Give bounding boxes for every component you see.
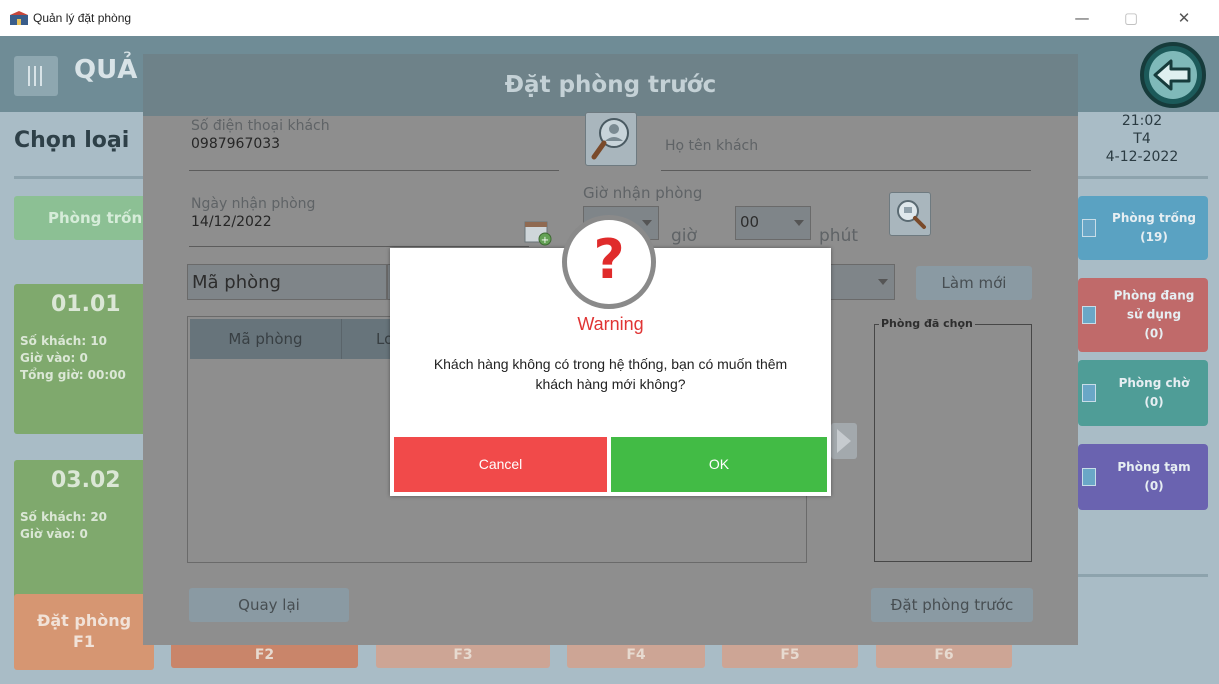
room-checkin: Giờ vào: 0 <box>20 527 88 541</box>
clock: 21:02 T4 4-12-2022 <box>1082 112 1202 166</box>
book-room-button[interactable]: Đặt phòng F1 <box>14 594 154 670</box>
window-title: Quản lý đặt phòng <box>33 11 132 25</box>
warning-message-line: khách hàng mới không? <box>535 376 686 392</box>
clock-time: 21:02 <box>1121 113 1163 129</box>
app-logo-icon <box>10 11 28 25</box>
legend-empty-rooms[interactable]: Phòng trống (19) <box>1078 196 1208 260</box>
app-window: Quản lý đặt phòng — ▢ ✕ QUẢ Chọn loại 21… <box>0 0 1219 684</box>
minimize-button[interactable]: — <box>1070 8 1094 28</box>
search-customer-button[interactable] <box>585 112 637 166</box>
room-guests: Số khách: 20 <box>20 510 108 524</box>
checkin-date-label: Ngày nhận phòng <box>191 196 316 212</box>
chevron-down-icon <box>794 220 804 226</box>
maximize-button[interactable]: ▢ <box>1119 8 1143 28</box>
close-button[interactable]: ✕ <box>1172 8 1196 28</box>
room-code-input[interactable]: Mã phòng <box>187 264 387 300</box>
chevron-down-icon <box>642 220 652 226</box>
arrow-right-icon <box>837 429 851 453</box>
selected-rooms-box: Phòng đã chọn <box>874 317 1032 562</box>
cancel-button[interactable]: Cancel <box>394 437 607 492</box>
menu-bar-icon <box>40 66 42 86</box>
question-icon: ? <box>562 215 656 309</box>
customer-name-input[interactable]: Họ tên khách <box>665 138 758 154</box>
back-arrow-icon <box>1149 51 1197 99</box>
date-underline <box>189 246 529 247</box>
legend-occupied-rooms[interactable]: Phòng đang sử dụng (0) <box>1078 278 1208 352</box>
dialog-title: Đặt phòng trước <box>504 72 717 98</box>
column-room-code[interactable]: Mã phòng <box>190 319 342 359</box>
warning-title: Warning <box>577 314 644 334</box>
minute-unit-label: phút <box>819 226 859 246</box>
room-icon <box>1082 306 1096 324</box>
minute-select[interactable]: 00 <box>735 206 811 240</box>
search-customer-icon <box>591 118 629 160</box>
legend-label: Phòng trống <box>1112 211 1196 225</box>
room-icon <box>1082 384 1096 402</box>
search-room-button[interactable] <box>889 192 931 236</box>
app-title: QUẢ <box>74 55 138 85</box>
warning-popup: ? Warning Khách hàng không có trong hệ t… <box>390 215 831 496</box>
table-header: Mã phòng Lo <box>190 319 410 359</box>
book-room-label: Đặt phòng <box>36 611 132 630</box>
warning-message: Khách hàng không có trong hệ thống, bạn … <box>390 354 831 394</box>
hour-unit-label: giờ <box>671 226 697 246</box>
checkin-time-label: Giờ nhận phòng <box>583 184 703 202</box>
room-total-hours: Tổng giờ: 00:00 <box>20 368 126 382</box>
legend-count: (0) <box>1144 326 1164 341</box>
phone-underline <box>189 170 559 171</box>
room-checkin: Giờ vào: 0 <box>20 351 88 365</box>
legend-label: Phòng tạm <box>1117 460 1191 474</box>
svg-text:+: + <box>541 235 549 246</box>
filter-empty-rooms-button[interactable]: Phòng trốn <box>14 196 146 240</box>
back-dialog-button[interactable]: Quay lại <box>189 588 349 622</box>
legend-count: (19) <box>1140 230 1168 244</box>
legend-count: (0) <box>1144 479 1164 493</box>
title-bar: Quản lý đặt phòng — ▢ ✕ <box>0 0 1219 36</box>
room-card[interactable]: 01.01 Số khách: 10 Giờ vào: 0 Tổng giờ: … <box>14 284 146 434</box>
legend-label: Phòng đang sử dụng <box>1113 288 1195 322</box>
refresh-button[interactable]: Làm mới <box>916 266 1032 300</box>
legend-temp-rooms[interactable]: Phòng tạm (0) <box>1078 444 1208 510</box>
calendar-icon[interactable]: + <box>523 218 553 246</box>
ok-button[interactable]: OK <box>611 437 827 492</box>
clock-day: T4 <box>1133 131 1151 147</box>
warning-message-line: Khách hàng không có trong hệ thống, bạn … <box>433 356 788 372</box>
name-underline <box>661 170 1031 171</box>
phone-label: Số điện thoại khách <box>191 118 330 134</box>
menu-bar-icon <box>34 66 36 86</box>
clock-date: 4-12-2022 <box>1105 149 1179 165</box>
chevron-down-icon <box>878 279 888 285</box>
dialog-header: Đặt phòng trước <box>143 54 1078 116</box>
room-card[interactable]: 03.02 Số khách: 20 Giờ vào: 0 <box>14 460 146 610</box>
room-guests: Số khách: 10 <box>20 334 108 348</box>
selected-rooms-title: Phòng đã chọn <box>879 317 975 330</box>
menu-bar-icon <box>28 66 30 86</box>
back-button[interactable] <box>1140 42 1206 108</box>
book-room-key: F1 <box>72 632 96 651</box>
section-title: Chọn loại <box>14 128 130 153</box>
legend-waiting-rooms[interactable]: Phòng chờ (0) <box>1078 360 1208 426</box>
checkin-date-input[interactable]: 14/12/2022 <box>191 214 272 230</box>
search-room-icon <box>897 200 926 229</box>
divider <box>1078 176 1208 179</box>
room-code: 01.01 <box>51 292 121 317</box>
legend-count: (0) <box>1144 395 1164 409</box>
room-code: 03.02 <box>51 468 121 493</box>
room-icon <box>1082 468 1096 486</box>
divider <box>1078 574 1208 577</box>
add-room-button[interactable] <box>831 423 857 459</box>
phone-input[interactable]: 0987967033 <box>191 136 280 152</box>
room-icon <box>1082 219 1096 237</box>
divider <box>14 176 144 179</box>
menu-button[interactable] <box>14 56 58 96</box>
book-ahead-button[interactable]: Đặt phòng trước <box>871 588 1033 622</box>
legend-label: Phòng chờ <box>1118 376 1190 390</box>
